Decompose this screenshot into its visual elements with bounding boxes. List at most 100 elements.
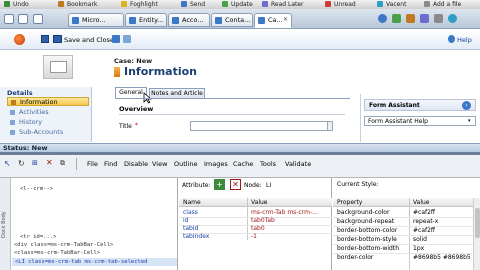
help-menu-icon[interactable]: [448, 14, 457, 23]
style-row[interactable]: border-bottom-width 1px: [333, 245, 473, 253]
menu-view[interactable]: View: [152, 160, 167, 168]
menu-tools[interactable]: Tools: [260, 160, 276, 168]
style-row[interactable]: background-color #caf2ff: [333, 209, 473, 217]
select-element-icon[interactable]: ↖: [4, 159, 11, 168]
menu-find[interactable]: Find: [104, 160, 117, 168]
attr-name: tabId: [183, 225, 199, 232]
scrollbar-thumb[interactable]: [475, 208, 480, 238]
print-icon[interactable]: [112, 35, 120, 43]
save-icon[interactable]: [41, 35, 49, 43]
toolbar-item-unread[interactable]: Unread: [334, 1, 356, 8]
tab-notes-and-article[interactable]: Notes and Article: [149, 88, 205, 98]
attach-icon[interactable]: [123, 35, 131, 43]
menu-outline[interactable]: Outline: [174, 160, 198, 168]
home-icon[interactable]: [378, 14, 387, 23]
add-attribute-icon[interactable]: +: [214, 179, 225, 190]
nav-item-sub-accounts[interactable]: Sub-Accounts: [7, 128, 89, 137]
browser-tab-5-active[interactable]: Ca... ✕: [254, 13, 292, 28]
section-overview: Overview: [119, 105, 154, 113]
style-prop: background-repeat: [337, 218, 395, 225]
form-assistant-select-value: Form Assistant Help: [368, 118, 428, 125]
tree-line-text: <LI class=ms-crm-tab ms-crm-tab-selected: [15, 259, 148, 265]
save-and-close-button[interactable]: Save and Close: [64, 36, 114, 44]
style-value: solid: [413, 236, 427, 243]
send-icon: [181, 1, 187, 7]
form-assistant-select[interactable]: Form Assistant Help ▾: [364, 116, 476, 126]
col-attr-header[interactable]: Name: [183, 198, 201, 207]
feeds-icon[interactable]: [392, 14, 401, 23]
expand-icon[interactable]: ›: [462, 101, 471, 110]
entity-label: Case: New: [114, 57, 153, 65]
tree-line[interactable]: <tr id=...>: [20, 234, 56, 240]
information-icon: [11, 100, 16, 105]
scrollbar[interactable]: [327, 121, 333, 131]
tab-list-icon[interactable]: [18, 14, 28, 24]
toolbar-item-undo[interactable]: Undo: [13, 1, 29, 8]
nav-item-history[interactable]: History: [7, 118, 89, 127]
page-icon: [258, 17, 265, 24]
toolbar-item-add-file[interactable]: Add a file: [433, 1, 461, 8]
menu-images[interactable]: Images: [204, 160, 228, 168]
browser-tab-1[interactable]: Micro...: [68, 13, 124, 27]
update-icon: [222, 1, 228, 7]
col-prop-header[interactable]: Property: [337, 198, 362, 207]
attribute-grid-header: Name Value: [179, 198, 332, 207]
close-tab-icon[interactable]: ✕: [283, 14, 288, 26]
delete-attribute-icon[interactable]: ✕: [230, 179, 241, 190]
crm-toolbar: Save and Close Help: [0, 30, 480, 50]
tab-general-label: General: [119, 89, 143, 96]
col-value-header[interactable]: Value: [251, 198, 267, 207]
browser-tab-2[interactable]: Entity...: [125, 13, 167, 27]
menu-file[interactable]: File: [87, 160, 98, 168]
toolbar-item-highlight[interactable]: Foghlight: [130, 1, 158, 8]
toolbar-item-read-later[interactable]: Read Later: [271, 1, 304, 8]
dom-tree-pane: Dock Body <l--crm--> <tr id=...> <div cl…: [0, 178, 178, 270]
browser-tab-4[interactable]: Conta...: [211, 13, 253, 27]
print-icon[interactable]: [406, 14, 415, 23]
attribute-row[interactable]: id tab0Tab: [179, 217, 332, 225]
required-mark: *: [135, 122, 138, 129]
section-rule: [119, 114, 345, 115]
toolbar-item-send[interactable]: Send: [190, 1, 205, 8]
tab-grid-icon[interactable]: [4, 14, 14, 24]
attribute-row[interactable]: tabIndex -1: [179, 233, 332, 241]
style-row[interactable]: background-repeat repeat-x: [333, 218, 473, 226]
title-input[interactable]: [190, 121, 333, 131]
refresh-icon[interactable]: ↻: [18, 159, 25, 168]
chevron-down-icon: ▾: [468, 118, 471, 124]
browser-toolbar: Undo Bookmark Foghlight Send Update Read…: [0, 0, 480, 9]
tools-menu-icon[interactable]: [434, 14, 443, 23]
toolbar-item-vacent[interactable]: Vacent: [386, 1, 406, 8]
nav-item-activities[interactable]: Activities: [7, 108, 89, 117]
attribute-row[interactable]: tabId tab0: [179, 225, 332, 233]
devtools-splitter[interactable]: [0, 152, 480, 155]
page-icon: [129, 17, 136, 24]
style-row[interactable]: border-bottom-style solid: [333, 236, 473, 244]
tree-line[interactable]: <class=ms-crm-TabBar-Cell>: [14, 250, 100, 256]
toolbar-item-bookmark[interactable]: Bookmark: [67, 1, 97, 8]
menu-validate[interactable]: Validate: [285, 160, 311, 168]
style-scrollbar[interactable]: [473, 198, 480, 270]
tab-new-icon[interactable]: [33, 14, 43, 24]
tab-label: Acco...: [182, 16, 204, 24]
browser-tab-3[interactable]: Acco...: [168, 13, 210, 27]
dock-icon[interactable]: ⧉: [60, 159, 65, 168]
tab-label: Ca...: [268, 16, 283, 24]
close-devtools-icon[interactable]: ✕: [46, 158, 53, 167]
style-prop: border-bottom-width: [337, 245, 399, 252]
tree-line[interactable]: <div class=ms-crm-TabBar-Cell>: [14, 242, 113, 248]
page-icon: [172, 17, 179, 24]
col-value-header[interactable]: Value: [413, 198, 429, 207]
attribute-row[interactable]: class ms-crm-Tab ms-crm-...: [179, 209, 332, 217]
toolbar-item-update[interactable]: Update: [231, 1, 253, 8]
tree-line[interactable]: <l--crm-->: [20, 186, 53, 192]
tree-line-selected[interactable]: <LI class=ms-crm-tab ms-crm-tab-selected: [12, 258, 177, 266]
page-menu-icon[interactable]: [420, 14, 429, 23]
nav-item-information[interactable]: Information: [7, 97, 89, 106]
menu-disable[interactable]: Disable: [124, 160, 148, 168]
style-row[interactable]: border-color #8698b5 #8698b5: [333, 254, 473, 262]
style-row[interactable]: border-bottom-color #caf2ff: [333, 227, 473, 235]
menu-cache[interactable]: Cache: [233, 160, 253, 168]
inspect-icon[interactable]: ⊞: [32, 159, 38, 167]
help-button[interactable]: Help: [457, 36, 472, 44]
